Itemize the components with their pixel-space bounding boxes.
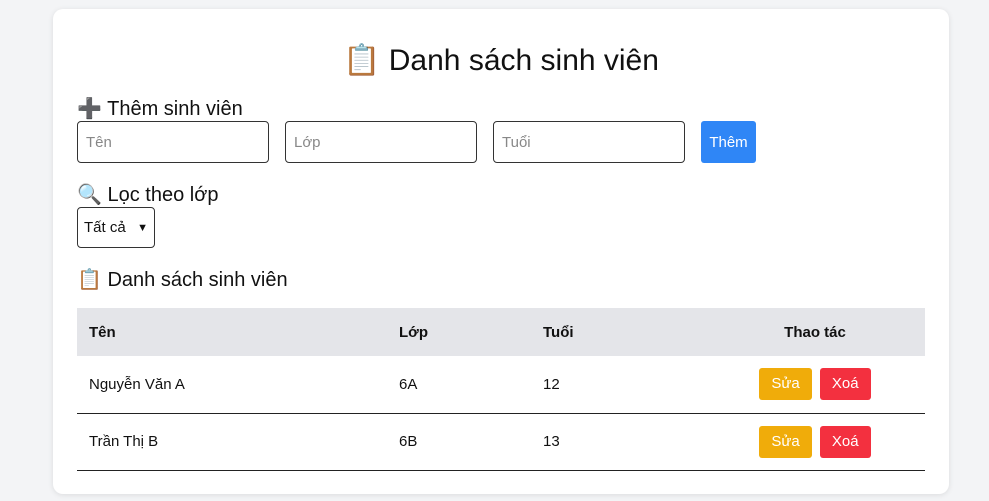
- add-student-heading-text: Thêm sinh viên: [107, 98, 243, 120]
- cell-actions: Sửa Xoá: [705, 413, 925, 470]
- edit-button[interactable]: Sửa: [759, 425, 812, 458]
- page-title: 📋 Danh sách sinh viên: [53, 41, 949, 81]
- add-button[interactable]: Thêm: [701, 121, 756, 163]
- column-header-actions: Thao tác: [784, 323, 846, 341]
- student-table: Tên Lớp Tuổi Thao tác Nguyễn Văn A 6A 12…: [77, 308, 925, 471]
- cell-class: 6A: [399, 375, 418, 393]
- chevron-down-icon: ▼: [137, 221, 148, 234]
- cell-age: 13: [543, 433, 560, 450]
- page-title-text: Danh sách sinh viên: [388, 44, 659, 77]
- column-header-class: Lớp: [399, 323, 428, 341]
- table-row: Nguyễn Văn A 6A 12 Sửa Xoá: [77, 356, 925, 413]
- clipboard-icon: 📋: [77, 269, 102, 291]
- student-list-heading-text: Danh sách sinh viên: [107, 269, 288, 291]
- column-header-name: Tên: [89, 323, 116, 341]
- student-list-heading: 📋 Danh sách sinh viên: [77, 267, 288, 293]
- cell-class: 6B: [399, 433, 418, 450]
- magnifier-icon: 🔍: [77, 184, 102, 206]
- class-input[interactable]: [285, 121, 477, 163]
- cell-name: Nguyễn Văn A: [89, 375, 185, 393]
- filter-heading-text: Lọc theo lớp: [107, 184, 219, 206]
- edit-button[interactable]: Sửa: [759, 368, 812, 401]
- delete-button[interactable]: Xoá: [819, 368, 871, 401]
- table-header-row: Tên Lớp Tuổi Thao tác: [77, 308, 925, 356]
- filter-heading: 🔍 Lọc theo lớp: [77, 182, 218, 208]
- class-filter-select[interactable]: Tất cả ▼: [77, 207, 155, 248]
- clipboard-icon: 📋: [343, 44, 381, 77]
- cell-age: 12: [543, 375, 560, 393]
- name-input[interactable]: [77, 121, 269, 163]
- cell-actions: Sửa Xoá: [705, 356, 925, 413]
- table-row: Trần Thị B 6B 13 Sửa Xoá: [77, 413, 925, 470]
- plus-icon: ➕: [77, 98, 102, 120]
- main-card: 📋 Danh sách sinh viên ➕ Thêm sinh viên T…: [53, 9, 949, 494]
- add-student-heading: ➕ Thêm sinh viên: [77, 96, 243, 122]
- column-header-age: Tuổi: [543, 323, 574, 341]
- class-filter-value: Tất cả: [84, 219, 126, 236]
- cell-name: Trần Thị B: [89, 433, 159, 450]
- age-input[interactable]: [493, 121, 685, 163]
- delete-button[interactable]: Xoá: [819, 425, 871, 458]
